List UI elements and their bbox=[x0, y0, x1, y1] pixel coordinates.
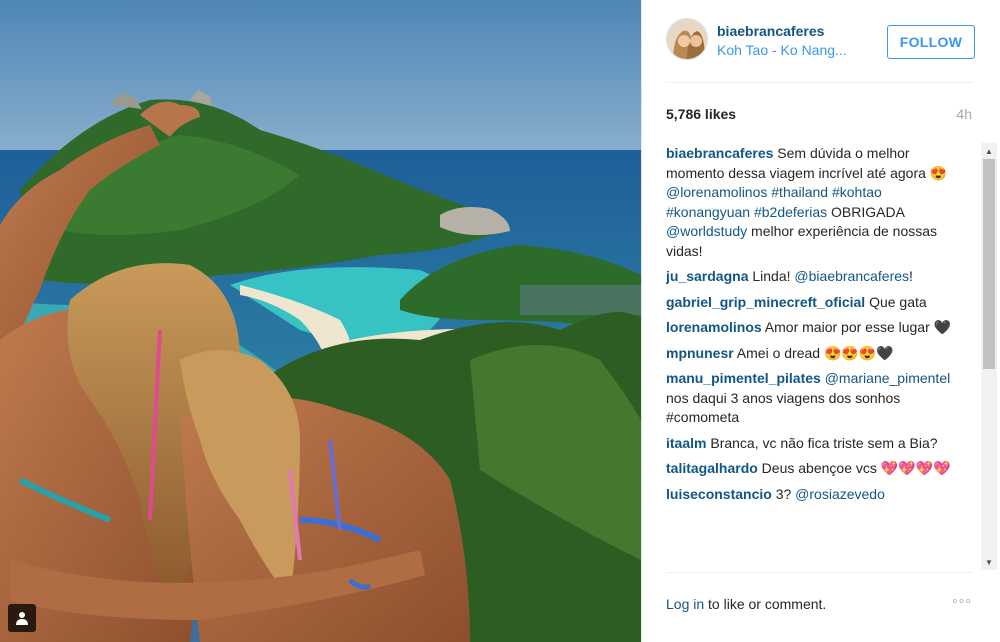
comment-item: gabriel_grip_minecreft_oficial Que gata bbox=[666, 293, 961, 313]
comment-item: ju_sardagna Linda! @biaebrancaferes! bbox=[666, 267, 961, 287]
comment-mention[interactable]: @mariane_pimentel bbox=[825, 370, 951, 386]
comment-item: manu_pimentel_pilates @mariane_pimentel … bbox=[666, 369, 961, 428]
footer-divider bbox=[666, 572, 973, 573]
comments-scrollbar[interactable]: ▲ ▼ bbox=[981, 143, 997, 570]
comment-text: Amei o dread 😍😍😍🖤 bbox=[733, 344, 894, 361]
post-sidebar: biaebrancaferes Koh Tao - Ko Nang... FOL… bbox=[641, 0, 1000, 642]
comment-tail: nos daqui 3 anos viagens dos sonhos #com… bbox=[666, 389, 901, 426]
avatar-image bbox=[667, 19, 707, 59]
comment-username[interactable]: ju_sardagna bbox=[666, 268, 748, 284]
comment-username[interactable]: gabriel_grip_minecreft_oficial bbox=[666, 294, 865, 310]
login-link[interactable]: Log in bbox=[666, 596, 704, 612]
header-divider bbox=[666, 82, 973, 83]
scroll-thumb[interactable] bbox=[983, 159, 995, 369]
comment-tail: ! bbox=[909, 268, 913, 284]
caption-mention[interactable]: @lorenamolinos bbox=[666, 184, 767, 200]
comment-item: mpnunesr Amei o dread 😍😍😍🖤 bbox=[666, 344, 961, 364]
caption-text-2: OBRIGADA bbox=[827, 203, 905, 220]
caption-mention-2[interactable]: @worldstudy bbox=[666, 223, 747, 239]
photo-illustration bbox=[0, 0, 641, 642]
post-header: biaebrancaferes Koh Tao - Ko Nang... FOL… bbox=[666, 18, 976, 66]
location-link[interactable]: Koh Tao - Ko Nang... bbox=[717, 42, 877, 58]
comment-mention[interactable]: @biaebrancaferes bbox=[794, 268, 909, 284]
comment-item: talitagalhardo Deus abençoe vcs 💖💖💖💖 bbox=[666, 459, 961, 479]
comment-item: lorenamolinos Amor maior por esse lugar … bbox=[666, 318, 961, 338]
comment-username[interactable]: itaalm bbox=[666, 435, 706, 451]
comments-list: biaebrancaferes Sem dúvida o melhor mome… bbox=[666, 144, 961, 568]
tag-button[interactable] bbox=[8, 604, 36, 632]
comment-text: Linda! bbox=[748, 268, 795, 284]
more-options-icon[interactable]: ◦◦◦ bbox=[952, 593, 972, 611]
caption-emoji: 😍 bbox=[929, 164, 948, 181]
login-prompt-text: to like or comment. bbox=[704, 596, 827, 612]
caption: biaebrancaferes Sem dúvida o melhor mome… bbox=[666, 144, 961, 261]
person-tag-icon bbox=[16, 612, 28, 625]
post-time[interactable]: 4h bbox=[956, 106, 972, 122]
comment-username[interactable]: luiseconstancio bbox=[666, 486, 772, 502]
comment-text: Amor maior por esse lugar 🖤 bbox=[761, 319, 952, 335]
comment-mention[interactable]: @rosiazevedo bbox=[795, 486, 885, 502]
follow-button[interactable]: FOLLOW bbox=[887, 25, 975, 59]
comment-item: luiseconstancio 3? @rosiazevedo bbox=[666, 485, 961, 505]
login-prompt: Log in to like or comment. bbox=[666, 596, 826, 612]
scroll-up-arrow-icon[interactable]: ▲ bbox=[981, 143, 997, 159]
avatar[interactable] bbox=[666, 18, 708, 60]
comment-text: Branca, vc não fica triste sem a Bia? bbox=[706, 434, 938, 451]
comment-item: itaalm Branca, vc não fica triste sem a … bbox=[666, 434, 961, 454]
comment-username[interactable]: mpnunesr bbox=[666, 345, 734, 361]
likes-count[interactable]: 5,786 likes bbox=[666, 106, 736, 122]
comment-text: Que gata bbox=[865, 293, 927, 310]
scroll-down-arrow-icon[interactable]: ▼ bbox=[981, 554, 997, 570]
comment-username[interactable]: talitagalhardo bbox=[666, 460, 758, 476]
username[interactable]: biaebrancaferes bbox=[717, 23, 824, 39]
comment-text: 3? bbox=[771, 485, 796, 502]
comment-username[interactable]: lorenamolinos bbox=[666, 319, 762, 335]
comment-text: Deus abençoe vcs 💖💖💖💖 bbox=[757, 460, 951, 476]
caption-username[interactable]: biaebrancaferes bbox=[666, 145, 773, 161]
post-photo[interactable] bbox=[0, 0, 641, 642]
comment-username[interactable]: manu_pimentel_pilates bbox=[666, 370, 821, 386]
